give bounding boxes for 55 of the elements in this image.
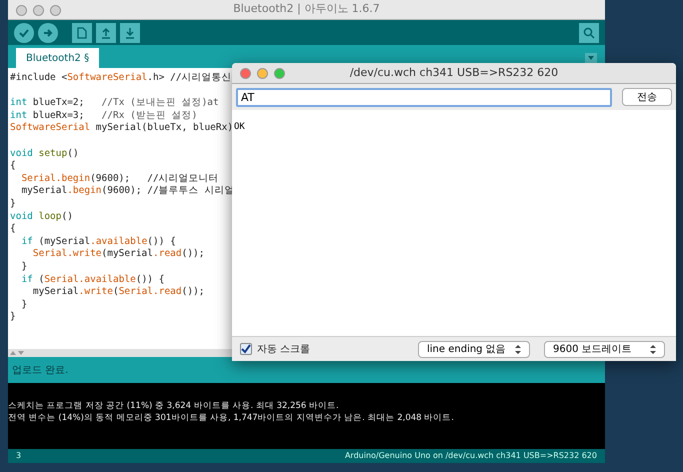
code-line: } xyxy=(20,298,28,312)
scroll-arrows-icon xyxy=(10,350,24,356)
file-tab[interactable]: Bluetooth2 § xyxy=(16,48,100,68)
arrow-right-icon xyxy=(42,26,54,38)
window-title: Bluetooth2 | 아두이노 1.6.7 xyxy=(233,1,380,18)
code-line: } xyxy=(20,260,28,274)
serial-monitor-button[interactable] xyxy=(579,22,599,42)
window-control-icon[interactable] xyxy=(274,68,285,79)
line-number: 3 xyxy=(16,450,22,462)
code-line: void setup() xyxy=(10,148,79,160)
baud-rate-select[interactable]: 9600 보드레이트 xyxy=(544,340,665,358)
code-line: #include <SoftwareSerial.h> //시리얼통신 xyxy=(10,72,232,85)
code-line: if (Serial.available()) { xyxy=(20,274,164,286)
code-line: mySerial.write(Serial.read()); xyxy=(32,286,205,299)
board-info: Arduino/Genuino Uno on /dev/cu.wch ch341 USB=>RS232 620 xyxy=(344,450,597,462)
open-button[interactable] xyxy=(96,22,116,42)
autoscroll-label: 자동 스크롤 xyxy=(257,342,310,356)
console-line: 스케치는 프로그램 저장 공간 (11%) 중 3,624 바이트를 사용. 최대 32,256 바이트. xyxy=(8,401,339,412)
window-title: /dev/cu.wch ch341 USB=>RS232 620 xyxy=(350,64,558,81)
code-line: int blueRx=3; //Rx (받는핀 설정) xyxy=(10,110,198,122)
input-field[interactable]: AT xyxy=(236,88,612,106)
window-control-icon[interactable] xyxy=(240,68,251,79)
updown-icon xyxy=(515,344,521,354)
serial-output: OK xyxy=(234,122,245,132)
new-button[interactable] xyxy=(72,22,92,42)
arrow-down-icon xyxy=(125,26,135,38)
code-line: { xyxy=(10,160,16,173)
line-ending-select[interactable]: line ending 없음 xyxy=(418,340,530,358)
window-control-icon[interactable] xyxy=(33,5,44,16)
check-icon xyxy=(18,26,30,38)
code-line: Serial.begin(9600); //시리얼모니터 xyxy=(20,172,219,186)
code-line: } xyxy=(10,311,16,324)
document-icon xyxy=(77,26,87,38)
updown-icon xyxy=(650,344,656,354)
window-control-icon[interactable] xyxy=(257,68,268,79)
code-line: } xyxy=(10,198,16,211)
autoscroll-checkbox[interactable] xyxy=(240,343,252,355)
status-message: 업로드 완료. xyxy=(12,364,68,378)
code-line: void loop() xyxy=(10,210,73,224)
arrow-up-icon xyxy=(101,26,111,38)
window-control-icon[interactable] xyxy=(16,5,27,16)
window-control-icon[interactable] xyxy=(50,5,61,16)
check-icon xyxy=(241,344,251,354)
verify-button[interactable] xyxy=(14,22,34,42)
send-button[interactable]: 전송 xyxy=(622,88,672,106)
code-line: Serial.write(mySerial.read()); xyxy=(32,248,204,261)
code-line: int blueTx=2; //Tx (보내는핀 설정)at xyxy=(10,97,219,110)
search-icon xyxy=(583,26,595,38)
dropdown-icon[interactable] xyxy=(585,53,597,63)
code-line: { xyxy=(10,223,16,236)
save-button[interactable] xyxy=(120,22,140,42)
upload-button[interactable] xyxy=(38,22,58,42)
code-line: if (mySerial.available()) { xyxy=(20,236,176,248)
console-line: 전역 변수는 (14%)의 동적 메모리중 301바이트를 사용, 1,747바이트의 지역변수가 남은. 최대는 2,048 바이트. xyxy=(8,412,454,424)
code-line: SoftwareSerial mySerial(blueTx, blueRx) xyxy=(10,122,234,135)
